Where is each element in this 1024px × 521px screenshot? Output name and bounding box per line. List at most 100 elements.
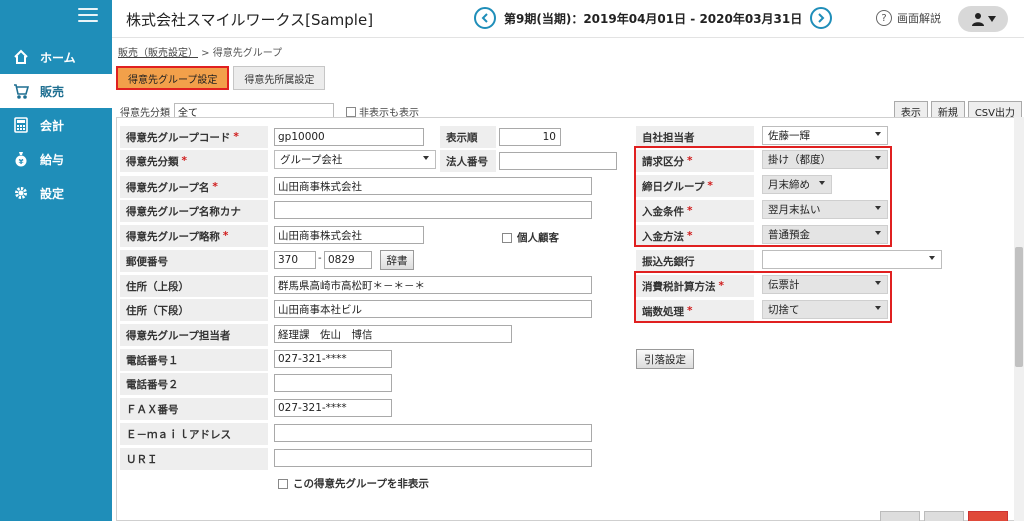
sidebar-item-settings[interactable]: 設定 [0, 176, 112, 210]
sidebar-item-label: 会計 [40, 118, 65, 133]
calculator-icon [12, 116, 30, 134]
tel2-input[interactable] [274, 374, 392, 392]
address2-label: 住所（下段） [120, 299, 268, 321]
payment-method-label: 入金方法 * [636, 225, 754, 247]
csv-export-button[interactable]: CSV出力 [967, 101, 1022, 118]
payment-cond-select[interactable]: 翌月末払い [762, 200, 888, 219]
display-button[interactable]: 表示 [893, 101, 928, 118]
postal-label: 郵便番号 [120, 250, 268, 272]
postal-input-2[interactable]: 0829 [324, 251, 372, 269]
tel1-label: 電話番号１ [120, 349, 268, 371]
fax-input[interactable]: 027-321-**** [274, 399, 392, 417]
question-icon: ? [876, 10, 892, 26]
display-order-label: 表示順 [440, 126, 496, 148]
tax-calc-label: 消費税計算方法 * [636, 275, 754, 297]
email-input[interactable] [274, 424, 592, 442]
group-name-input[interactable]: 山田商事株式会社 [274, 177, 592, 195]
breadcrumb-current: 得意先グループ [212, 48, 283, 59]
own-person-select[interactable]: 佐藤一輝 [762, 126, 888, 145]
dictionary-button[interactable]: 辞書 [380, 250, 414, 270]
show-hidden-checkbox[interactable]: 非表示も表示 [346, 104, 419, 118]
user-menu-button[interactable] [958, 6, 1008, 32]
group-name-label: 得意先グループ名 * [120, 176, 268, 198]
person-input[interactable]: 経理課 佐山 博信 [274, 325, 512, 343]
display-order-input[interactable]: 10 [499, 128, 561, 146]
postal-input-1[interactable]: 370 [274, 251, 316, 269]
person-label: 得意先グループ担当者 [120, 324, 268, 346]
help-link[interactable]: ? 画面解説 [876, 10, 941, 26]
gear-icon [12, 184, 30, 202]
hamburger-menu-icon[interactable] [78, 8, 98, 24]
sidebar-item-label: 設定 [40, 186, 65, 201]
address2-input[interactable]: 山田商事本社ビル [274, 300, 592, 318]
sidebar: ホーム 販売 会計 ¥ 給与 設定 [0, 0, 112, 521]
toolbar: 表示 新規 CSV出力 [893, 101, 1022, 118]
hide-group-label: この得意先グループを非表示 [293, 478, 429, 490]
breadcrumb-sep: > [198, 48, 213, 59]
prev-period-button[interactable] [474, 7, 496, 29]
footer-button-delete[interactable] [968, 511, 1008, 521]
breadcrumb-link-sales-settings[interactable]: 販売（販売設定） [118, 48, 198, 59]
category-label: 得意先分類 * [120, 150, 268, 172]
bank-select[interactable] [762, 250, 942, 269]
period-navigator: 第9期(当期)：2019年04月01日 - 2020年03月31日 [474, 7, 833, 29]
svg-text:¥: ¥ [19, 158, 24, 166]
next-period-button[interactable] [810, 7, 833, 29]
tax-calc-select[interactable]: 伝票計 [762, 275, 888, 294]
breadcrumb: 販売（販売設定） > 得意先グループ [118, 44, 282, 59]
billing-select[interactable]: 掛け（都度） [762, 150, 888, 169]
billing-label: 請求区分 * [636, 150, 754, 172]
chevron-right-icon [818, 13, 825, 23]
category-select[interactable]: グループ会社 [274, 150, 436, 169]
user-icon [971, 13, 984, 26]
group-short-input[interactable]: 山田商事株式会社 [274, 226, 424, 244]
group-short-label: 得意先グループ略称 * [120, 225, 268, 247]
money-bag-icon: ¥ [12, 150, 30, 168]
period-text: 第9期(当期)：2019年04月01日 - 2020年03月31日 [504, 11, 803, 26]
header: 株式会社スマイルワークス[Sample] 第9期(当期)：2019年04月01日… [112, 0, 1024, 38]
tel2-label: 電話番号２ [120, 373, 268, 395]
closing-label: 締日グループ * [636, 175, 754, 197]
sidebar-item-payroll[interactable]: ¥ 給与 [0, 142, 112, 176]
tab-membership-settings[interactable]: 得意先所属設定 [233, 66, 326, 90]
closing-select[interactable]: 月末締め [762, 175, 832, 194]
footer-button-1[interactable] [880, 511, 920, 521]
url-input[interactable] [274, 449, 592, 467]
hide-group-checkbox[interactable]: この得意先グループを非表示 [278, 476, 429, 491]
company-name: 株式会社スマイルワークス[Sample] [126, 11, 374, 29]
group-code-input[interactable]: gp10000 [274, 128, 424, 146]
chevron-left-icon [481, 13, 488, 23]
sidebar-item-label: ホーム [40, 50, 76, 65]
corp-number-input[interactable] [499, 152, 617, 170]
group-kana-input[interactable] [274, 201, 592, 219]
sidebar-item-sales[interactable]: 販売 [0, 74, 112, 108]
bank-label: 振込先銀行 [636, 250, 754, 272]
address1-input[interactable]: 群馬県高崎市高松町＊－＊－＊ [274, 276, 592, 294]
payment-method-select[interactable]: 普通預金 [762, 225, 888, 244]
individual-checkbox[interactable]: 個人顧客 [502, 230, 559, 245]
postal-dash: - [318, 253, 322, 264]
home-icon [12, 48, 30, 66]
rounding-label: 端数処理 * [636, 300, 754, 322]
url-label: ＵＲＩ [120, 448, 268, 470]
tab-group-settings[interactable]: 得意先グループ設定 [116, 66, 230, 90]
cart-icon [12, 82, 30, 100]
sidebar-item-accounting[interactable]: 会計 [0, 108, 112, 142]
payment-cond-label: 入金条件 * [636, 200, 754, 222]
corp-number-label: 法人番号 [440, 150, 496, 172]
footer-button-2[interactable] [924, 511, 964, 521]
email-label: Ｅ－ｍａｉｌアドレス [120, 423, 268, 445]
tel1-input[interactable]: 027-321-**** [274, 350, 392, 368]
show-hidden-label: 非表示も表示 [359, 108, 419, 118]
sidebar-item-home[interactable]: ホーム [0, 40, 112, 74]
filter-select[interactable]: 全て [174, 103, 334, 118]
sidebar-item-label: 給与 [40, 152, 65, 167]
own-person-label: 自社担当者 [636, 126, 754, 148]
address1-label: 住所（上段） [120, 275, 268, 297]
caret-down-icon [987, 16, 996, 22]
rounding-select[interactable]: 切捨て [762, 300, 888, 319]
scrollbar[interactable] [1014, 117, 1024, 521]
deduction-settings-button[interactable]: 引落設定 [636, 349, 694, 369]
new-button[interactable]: 新規 [930, 101, 965, 118]
fax-label: ＦＡＸ番号 [120, 398, 268, 420]
